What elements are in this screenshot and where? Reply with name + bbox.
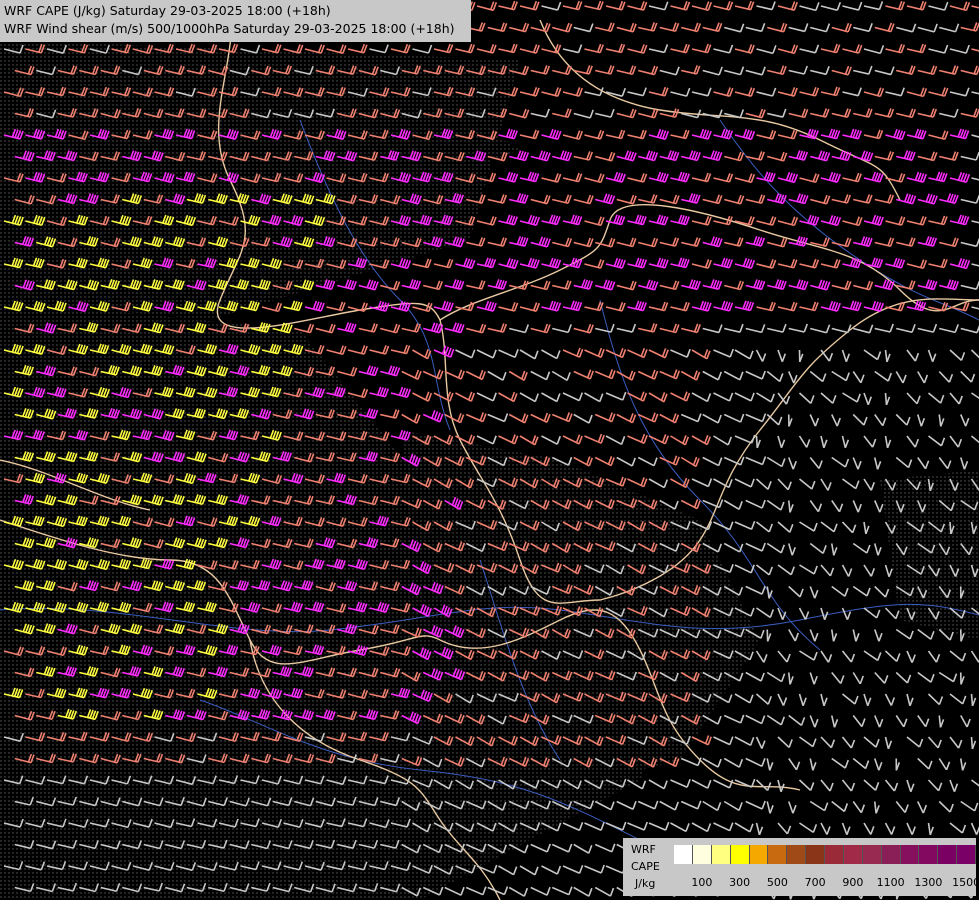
legend-tick-labels: 100 300 500 700 900 1100 1300 1500 bbox=[674, 876, 979, 890]
legend-tick-label: 300 bbox=[729, 876, 751, 889]
legend-swatch bbox=[674, 845, 693, 864]
legend-swatch bbox=[843, 845, 863, 864]
legend-swatch bbox=[881, 845, 901, 864]
legend-tick-label: 900 bbox=[842, 876, 864, 889]
legend-swatch bbox=[692, 845, 712, 864]
legend-label-cape: CAPE bbox=[631, 860, 660, 873]
legend-swatch bbox=[730, 845, 750, 864]
legend-swatch bbox=[938, 845, 958, 864]
legend-label-model: WRF bbox=[631, 843, 656, 856]
legend-tick-label: 1500 bbox=[952, 876, 979, 889]
legend-tick-label: 1300 bbox=[914, 876, 943, 889]
legend-swatch bbox=[957, 845, 976, 864]
map-title-box: WRF CAPE (J/kg) Saturday 29-03-2025 18:0… bbox=[0, 0, 471, 42]
legend-swatch bbox=[825, 845, 844, 864]
legend-tick-label: 700 bbox=[804, 876, 826, 889]
wind-shear-title: WRF Wind shear (m/s) 500/1000hPa Saturda… bbox=[4, 21, 455, 36]
legend-label-unit: J/kg bbox=[635, 877, 656, 890]
cape-title: WRF CAPE (J/kg) Saturday 29-03-2025 18:0… bbox=[4, 3, 331, 18]
map-canvas bbox=[0, 0, 979, 900]
legend-swatch bbox=[749, 845, 769, 864]
cape-legend: WRF CAPE J/kg 100 300 500 700 900 1100 1300 150… bbox=[623, 838, 979, 896]
legend-tick-label: 1100 bbox=[876, 876, 905, 889]
legend-swatch bbox=[919, 845, 939, 864]
legend-swatch bbox=[900, 845, 920, 864]
legend-swatch bbox=[768, 845, 788, 864]
legend-swatch bbox=[806, 845, 825, 864]
legend-color-scale bbox=[674, 845, 976, 864]
legend-tick-label: 100 bbox=[691, 876, 713, 889]
legend-swatch bbox=[711, 845, 731, 864]
legend-swatch bbox=[862, 845, 882, 864]
legend-swatch bbox=[787, 845, 807, 864]
legend-tick-label: 500 bbox=[766, 876, 788, 889]
